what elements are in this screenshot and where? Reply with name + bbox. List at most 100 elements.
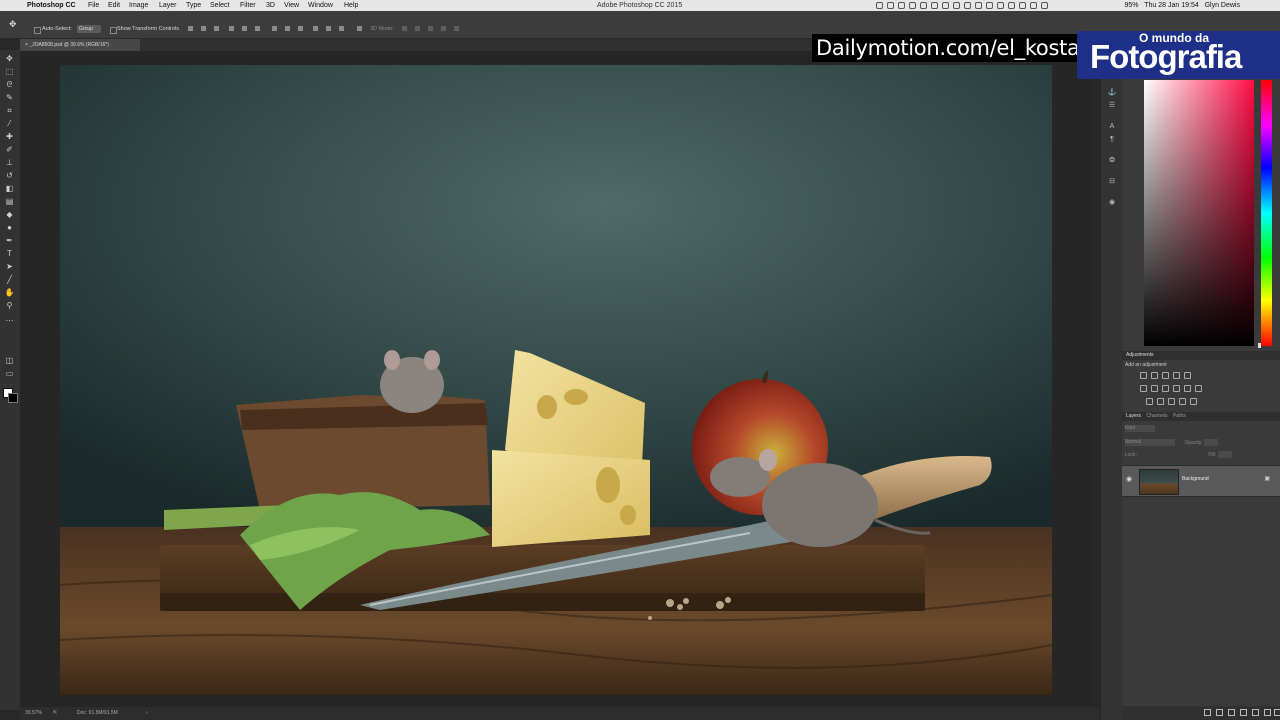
curves-icon[interactable]: [1162, 372, 1169, 379]
quick-select-tool-icon[interactable]: ✎: [4, 93, 15, 103]
align-left-icon[interactable]: [229, 26, 234, 31]
fill-field[interactable]: [1217, 451, 1232, 458]
status-icon[interactable]: [909, 2, 916, 9]
hand-tool-icon[interactable]: ✋: [4, 288, 15, 298]
doc-info[interactable]: Doc: 91.5M/91.5M: [77, 707, 118, 720]
adjustments-panel-header[interactable]: Adjustments: [1122, 351, 1280, 360]
eraser-tool-icon[interactable]: ◧: [4, 184, 15, 194]
align-vcenter-icon[interactable]: [201, 26, 206, 31]
distribute-bottom-icon[interactable]: [298, 26, 303, 31]
status-icon[interactable]: [997, 2, 1004, 9]
distribute-top-icon[interactable]: [272, 26, 277, 31]
status-icon[interactable]: [898, 2, 905, 9]
volume-icon[interactable]: [1041, 2, 1048, 9]
app-menu[interactable]: Photoshop CC: [27, 0, 76, 11]
status-icon[interactable]: [942, 2, 949, 9]
3d-slide-icon[interactable]: [441, 26, 446, 31]
clone-stamp-tool-icon[interactable]: ⊥: [4, 158, 15, 168]
status-icon[interactable]: [887, 2, 894, 9]
menu-filter[interactable]: Filter: [240, 0, 256, 11]
status-icon[interactable]: [986, 2, 993, 9]
menu-type[interactable]: Type: [186, 0, 201, 11]
tab-layers[interactable]: Layers: [1126, 413, 1141, 419]
adjustment-layer-icon[interactable]: [1240, 709, 1247, 716]
auto-select-checkbox[interactable]: [34, 27, 41, 34]
distribute-hcenter-icon[interactable]: [326, 26, 331, 31]
battery-percent[interactable]: 95%: [1125, 2, 1139, 9]
lock-icon[interactable]: ▣: [1264, 475, 1270, 482]
brush-presets-icon[interactable]: ⊟: [1107, 177, 1117, 186]
hue-slider-handle[interactable]: [1258, 343, 1261, 348]
auto-select-dropdown[interactable]: Group: [77, 25, 101, 33]
menu-file[interactable]: File: [88, 0, 99, 11]
distribute-left-icon[interactable]: [313, 26, 318, 31]
menu-view[interactable]: View: [284, 0, 299, 11]
visibility-eye-icon[interactable]: ◉: [1126, 476, 1134, 484]
color-balance-icon[interactable]: [1151, 385, 1158, 392]
shape-tool-icon[interactable]: ╱: [4, 275, 15, 285]
status-icon[interactable]: [964, 2, 971, 9]
layer-thumbnail[interactable]: [1139, 469, 1179, 495]
status-icon[interactable]: [931, 2, 938, 9]
status-icon[interactable]: [920, 2, 927, 9]
close-icon[interactable]: ×: [25, 42, 28, 48]
align-hcenter-icon[interactable]: [242, 26, 247, 31]
dodge-tool-icon[interactable]: ●: [4, 223, 15, 233]
brightness-contrast-icon[interactable]: [1140, 372, 1147, 379]
status-icon[interactable]: [1019, 2, 1026, 9]
distribute-vcenter-icon[interactable]: [285, 26, 290, 31]
menu-layer[interactable]: Layer: [159, 0, 177, 11]
move-tool-icon[interactable]: ✥: [9, 19, 19, 29]
auto-align-icon[interactable]: [357, 26, 362, 31]
paragraph-icon[interactable]: ¶: [1107, 135, 1117, 144]
layer-style-icon[interactable]: [1216, 709, 1223, 716]
3d-panel-icon[interactable]: ❂: [1107, 156, 1117, 165]
3d-roll-icon[interactable]: [415, 26, 420, 31]
move-tool-icon[interactable]: ✥: [4, 54, 15, 64]
background-color-swatch[interactable]: [8, 393, 18, 403]
eyedropper-tool-icon[interactable]: ⁄: [4, 119, 15, 129]
delete-layer-icon[interactable]: [1274, 709, 1280, 716]
gradient-map-icon[interactable]: [1179, 398, 1186, 405]
add-mask-icon[interactable]: [1228, 709, 1235, 716]
exposure-icon[interactable]: [1173, 372, 1180, 379]
menu-select[interactable]: Select: [210, 0, 229, 11]
kind-filter-dropdown[interactable]: Kind: [1125, 425, 1155, 432]
blend-mode-dropdown[interactable]: Normal: [1125, 439, 1175, 446]
hue-slider[interactable]: [1261, 80, 1272, 346]
link-layers-icon[interactable]: [1204, 709, 1211, 716]
new-group-icon[interactable]: [1252, 709, 1259, 716]
posterize-icon[interactable]: [1157, 398, 1164, 405]
quick-mask-icon[interactable]: ◫: [4, 356, 15, 366]
3d-rotate-icon[interactable]: [402, 26, 407, 31]
healing-brush-tool-icon[interactable]: ✚: [4, 132, 15, 142]
black-white-icon[interactable]: [1162, 385, 1169, 392]
layer-name[interactable]: Background: [1182, 476, 1209, 482]
distribute-right-icon[interactable]: [339, 26, 344, 31]
tab-channels[interactable]: Channels: [1146, 413, 1167, 419]
clock[interactable]: Thu 28 Jan 19:54: [1144, 2, 1199, 9]
styles-icon[interactable]: ◉: [1107, 198, 1117, 207]
align-top-icon[interactable]: [188, 26, 193, 31]
hue-saturation-icon[interactable]: [1140, 385, 1147, 392]
more-tools-icon[interactable]: ⋯: [4, 316, 15, 326]
zoom-tool-icon[interactable]: ⚲: [4, 301, 15, 311]
screen-mode-icon[interactable]: ▭: [4, 369, 15, 379]
3d-pan-icon[interactable]: [428, 26, 433, 31]
color-picker-field[interactable]: [1144, 80, 1254, 346]
show-transform-checkbox[interactable]: [110, 27, 117, 34]
gradient-tool-icon[interactable]: ▤: [4, 197, 15, 207]
threshold-icon[interactable]: [1168, 398, 1175, 405]
opacity-field[interactable]: [1204, 439, 1219, 446]
channel-mixer-icon[interactable]: [1184, 385, 1191, 392]
blur-tool-icon[interactable]: ◆: [4, 210, 15, 220]
selective-color-icon[interactable]: [1190, 398, 1197, 405]
levels-icon[interactable]: [1151, 372, 1158, 379]
layer-row[interactable]: ◉ Background ▣: [1122, 465, 1280, 497]
history-brush-tool-icon[interactable]: ↺: [4, 171, 15, 181]
character-icon[interactable]: A: [1107, 122, 1117, 131]
status-icon[interactable]: [975, 2, 982, 9]
vibrance-icon[interactable]: [1184, 372, 1191, 379]
type-tool-icon[interactable]: T: [4, 249, 15, 259]
status-icon[interactable]: [876, 2, 883, 9]
